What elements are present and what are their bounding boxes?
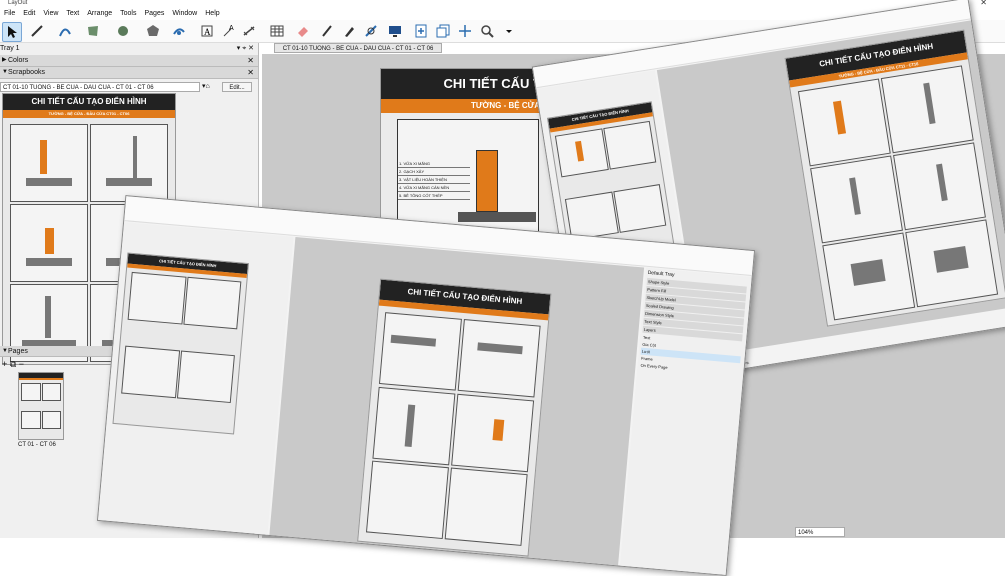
close-icon[interactable]: ✕: [247, 55, 254, 66]
menu-text[interactable]: Text: [66, 9, 79, 19]
menu-view[interactable]: View: [43, 9, 58, 19]
menu-help[interactable]: Help: [205, 9, 219, 19]
offset-icon[interactable]: [170, 22, 188, 40]
zoom-icon[interactable]: [478, 22, 496, 40]
scrapbook-select[interactable]: CT 01-10 TUONG - BE CUA - DAU CUA - CT 0…: [0, 82, 200, 92]
app-title: LayOut: [8, 0, 28, 6]
line-icon[interactable]: [28, 22, 46, 40]
pan-icon[interactable]: [456, 22, 474, 40]
overlay-tray-left: CHI TIẾT CẤU TẠO ĐIỂN HÌNH: [97, 222, 294, 536]
svg-text:A: A: [229, 25, 234, 32]
zoom-select[interactable]: 104%: [795, 527, 845, 537]
select-icon[interactable]: [2, 22, 22, 42]
remove-page-icon[interactable]: −: [19, 359, 24, 369]
split-icon[interactable]: [362, 22, 380, 40]
chevron-down-icon[interactable]: [500, 22, 518, 40]
document-tab[interactable]: CT 01-10 TUONG - BE CUA - DAU CUA - CT 0…: [274, 43, 442, 53]
floor-section: [458, 212, 536, 222]
chevron-down-icon[interactable]: ▾⌂: [202, 82, 210, 90]
menu-pages[interactable]: Pages: [144, 9, 164, 19]
arc-icon[interactable]: [56, 22, 74, 40]
menu-edit[interactable]: Edit: [23, 9, 35, 19]
pin-icon[interactable]: ▾ ⌖ ✕: [237, 43, 254, 54]
menu-file[interactable]: File: [4, 9, 15, 19]
duplicate-page-icon[interactable]: [434, 22, 452, 40]
eraser-icon[interactable]: [294, 22, 312, 40]
expand-arrow-icon: ▶: [2, 57, 7, 63]
shape-icon[interactable]: [84, 22, 102, 40]
detail-notes: 1. VỮA XI MĂNG 2. GẠCH XÂY 3. VẬT LIỆU H…: [398, 160, 470, 200]
edit-button[interactable]: Edit...: [222, 82, 252, 92]
overlay-sheet-middle[interactable]: CHI TIẾT CẤU TẠO ĐIỂN HÌNH: [357, 278, 552, 557]
label-icon[interactable]: A: [220, 22, 238, 40]
scrap-sheet-title: CHI TIẾT CẤU TẠO ĐIỂN HÌNH: [3, 94, 175, 110]
menu-tools[interactable]: Tools: [120, 9, 136, 19]
presentation-icon[interactable]: [386, 22, 404, 40]
sample-icon[interactable]: [340, 22, 358, 40]
menu-window[interactable]: Window: [172, 9, 197, 19]
table-icon[interactable]: [268, 22, 286, 40]
polygon-icon[interactable]: [144, 22, 162, 40]
close-icon[interactable]: ✕: [980, 0, 1001, 7]
add-page-icon[interactable]: [412, 22, 430, 40]
text-icon[interactable]: A: [198, 22, 216, 40]
overlay-window-middle[interactable]: CHI TIẾT CẤU TẠO ĐIỂN HÌNH CHI TIẾT CẤU …: [96, 195, 756, 576]
title-bar: LayOut –☐✕: [0, 0, 1005, 8]
close-icon[interactable]: ✕: [247, 67, 254, 78]
duplicate-page-icon[interactable]: ⧉: [10, 359, 16, 369]
colors-section[interactable]: ▶ Colors ✕: [0, 55, 258, 67]
page-thumb-label: CT 01 - CT 06: [18, 442, 56, 448]
dimension-icon[interactable]: [240, 22, 258, 40]
wall-section: [476, 150, 498, 212]
add-page-icon[interactable]: +: [2, 359, 7, 369]
scrapbooks-section[interactable]: ▼ Scrapbooks ✕: [0, 67, 258, 79]
menu-arrange[interactable]: Arrange: [87, 9, 112, 19]
tray-header: Tray 1 ▾ ⌖ ✕: [0, 43, 258, 54]
tray-panels: Shape Style Pattern Fill SketchUp Model …: [639, 277, 747, 377]
tray-title: Tray 1: [0, 45, 20, 52]
page-thumbnail[interactable]: [18, 372, 64, 440]
scrap-sheet-subtitle: TƯỜNG - BỆ CỬA - ĐẦU CỬA CT01 - CT06: [3, 110, 175, 118]
circle-icon[interactable]: [114, 22, 132, 40]
page-actions[interactable]: + ⧉ −: [2, 359, 24, 370]
svg-text:A: A: [204, 27, 211, 37]
style-icon[interactable]: [318, 22, 336, 40]
